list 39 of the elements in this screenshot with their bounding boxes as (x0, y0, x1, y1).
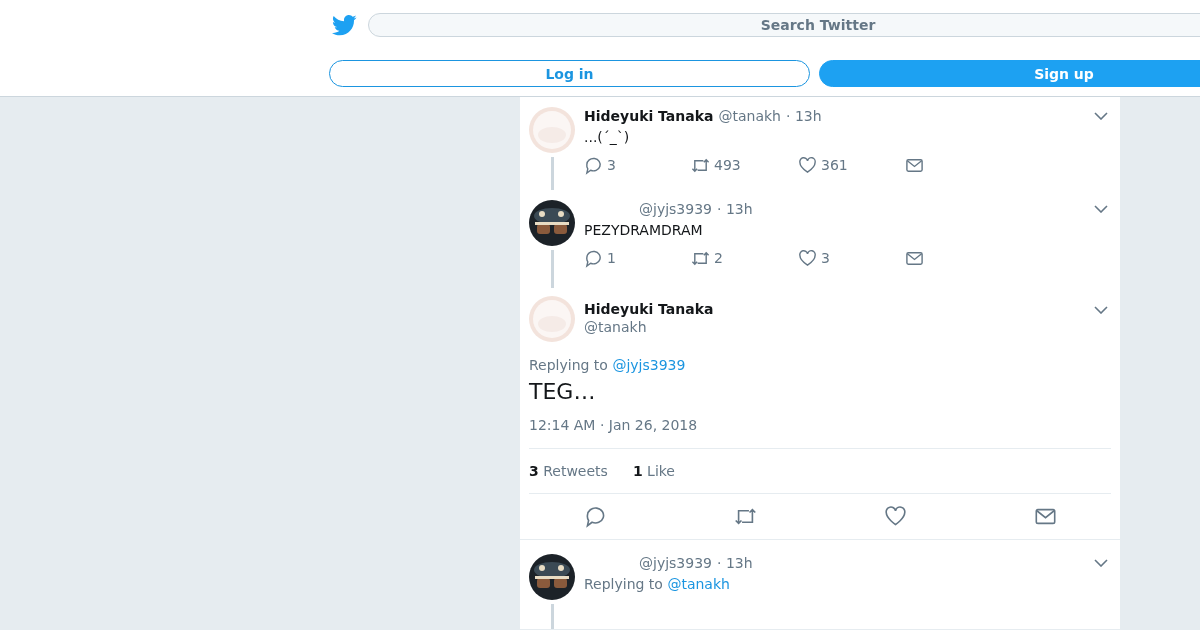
retweet-count[interactable]: 3 Retweets (529, 461, 608, 481)
like-count[interactable]: 1 Like (632, 461, 675, 481)
reply-icon[interactable] (584, 248, 603, 268)
mention-link[interactable]: @tanakh (667, 576, 730, 592)
replying-to-text: Replying to @tanakh (584, 575, 731, 594)
bird-logo-icon[interactable] (332, 14, 357, 36)
user-name[interactable]: Hideyuki Tanaka (584, 300, 714, 318)
search-field[interactable]: Search Twitter (368, 13, 1200, 37)
mention-link[interactable]: @jyjs3939 (612, 357, 686, 373)
tweet-text: ...(´_`) (584, 128, 631, 147)
tweet-time[interactable]: · 13h (786, 108, 822, 124)
like-icon[interactable] (798, 155, 817, 175)
user-handle[interactable]: @jyjs3939 (639, 555, 712, 571)
reply-icon[interactable] (583, 505, 607, 528)
user-handle[interactable]: @jyjs3939 (639, 201, 712, 217)
signup-button[interactable]: Sign up (819, 60, 1200, 87)
login-button[interactable]: Log in (329, 60, 810, 87)
like-icon[interactable] (883, 505, 907, 528)
tweet-text: PEZYDRAMDRAM (584, 221, 704, 240)
tweet-text: TEG… (529, 378, 597, 406)
user-name[interactable]: Hideyuki Tanaka (584, 108, 714, 124)
tweet-time[interactable]: · 13h (717, 201, 753, 217)
user-handle[interactable]: @tanakh (718, 108, 781, 124)
chevron-down-icon[interactable] (1094, 559, 1108, 567)
like-icon[interactable] (798, 248, 817, 268)
replying-to-text: Replying to @jyjs3939 (529, 356, 687, 375)
chevron-down-icon[interactable] (1094, 306, 1108, 314)
tweet-timestamp[interactable]: 12:14 AM · Jan 26, 2018 (529, 415, 1111, 435)
chevron-down-icon[interactable] (1094, 205, 1108, 213)
retweet-count: 493 (714, 157, 741, 173)
tweet-time[interactable]: · 13h (717, 555, 753, 571)
like-count: 361 (821, 157, 848, 173)
retweet-count: 2 (714, 250, 723, 266)
user-handle[interactable]: @tanakh (584, 318, 714, 336)
chevron-down-icon[interactable] (1094, 112, 1108, 120)
reply-count: 3 (607, 157, 616, 173)
like-count: 3 (821, 250, 830, 266)
reply-count: 1 (607, 250, 616, 266)
reply-icon[interactable] (584, 155, 603, 175)
